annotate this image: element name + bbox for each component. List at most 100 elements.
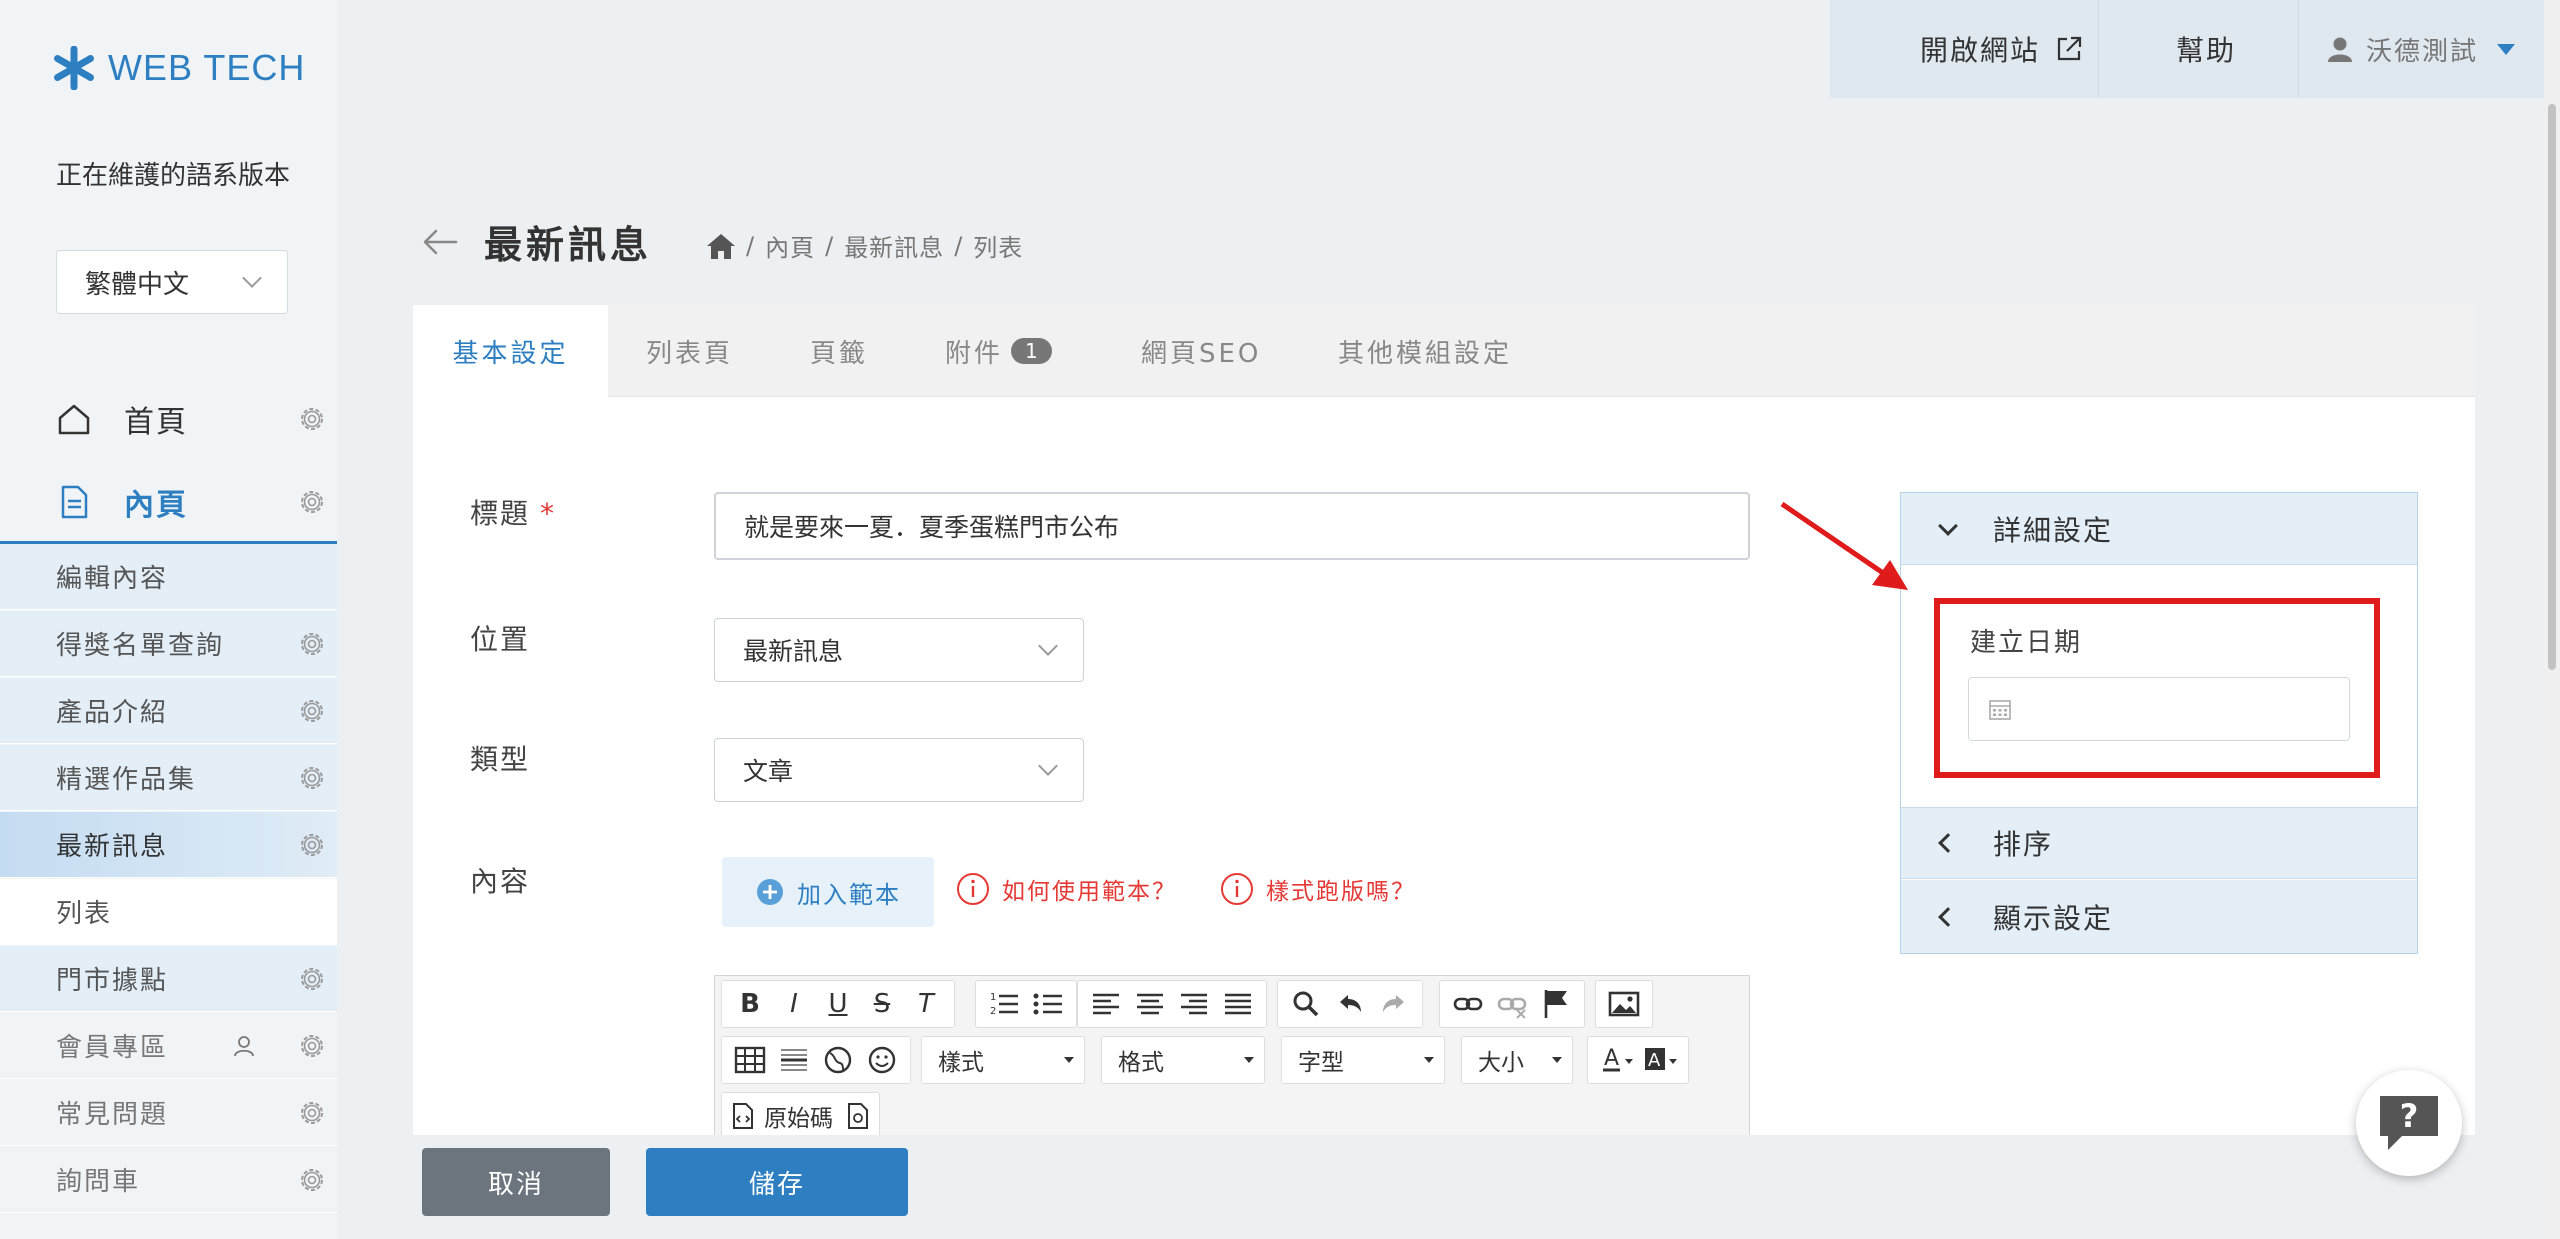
globe-icon[interactable] (816, 1038, 860, 1082)
sidebar-item-label: 門市據點 (56, 966, 169, 996)
sort-label: 排序 (1993, 828, 2054, 861)
sidebar-item-members[interactable]: 會員專區 (0, 1013, 337, 1079)
add-template-button[interactable]: 加入範本 (722, 857, 934, 927)
save-button[interactable]: 儲存 (646, 1148, 908, 1216)
sidebar-item-label: 最新訊息 (56, 832, 169, 862)
gear-icon[interactable] (297, 830, 327, 860)
search-icon[interactable] (1284, 982, 1328, 1026)
flag-icon[interactable] (1534, 982, 1578, 1026)
text-color-icon[interactable]: A (1594, 1038, 1638, 1082)
tab-list-page[interactable]: 列表頁 (646, 305, 733, 397)
scrollbar-thumb[interactable] (2548, 104, 2556, 670)
strikethrough-icon[interactable]: S (860, 982, 904, 1026)
tab-other-modules[interactable]: 其他模組設定 (1338, 305, 1512, 397)
link-icon[interactable] (1446, 982, 1490, 1026)
sidebar-item-products[interactable]: 產品介紹 (0, 678, 337, 744)
sidebar-item-stores[interactable]: 門市據點 (0, 946, 337, 1012)
tab-tabs[interactable]: 頁籤 (810, 305, 868, 397)
preview-icon[interactable] (843, 1101, 873, 1131)
background-color-icon[interactable]: A (1638, 1038, 1682, 1082)
sidebar-item-winners[interactable]: 得獎名單查詢 (0, 611, 337, 677)
detail-settings-header[interactable]: 詳細設定 (1901, 493, 2417, 565)
gear-icon[interactable] (297, 629, 327, 659)
image-icon[interactable] (1602, 982, 1646, 1026)
undo-icon[interactable] (1328, 982, 1372, 1026)
help-label: 幫助 (2176, 34, 2237, 67)
gear-icon[interactable] (297, 1098, 327, 1128)
logo[interactable]: WEB TECH (52, 46, 305, 90)
home-icon[interactable] (706, 232, 736, 260)
table-icon[interactable] (728, 1038, 772, 1082)
style-broken-link[interactable]: 樣式跑版嗎？ (1220, 872, 1416, 906)
sidebar-item-inquiry-cart[interactable]: 詢問車 (0, 1147, 337, 1213)
title-input[interactable]: 就是要來一夏．夏季蛋糕門市公布 (714, 492, 1750, 560)
emoji-icon[interactable] (860, 1038, 904, 1082)
nav-home[interactable]: 首頁 (0, 381, 337, 457)
language-select[interactable]: 繁體中文 (56, 250, 288, 314)
gear-icon[interactable] (297, 964, 327, 994)
sidebar-item-portfolio[interactable]: 精選作品集 (0, 745, 337, 811)
horizontal-rule-icon[interactable] (772, 1038, 816, 1082)
remove-format-icon[interactable]: T (904, 982, 948, 1026)
gear-icon[interactable] (297, 763, 327, 793)
position-field-label: 位置 (470, 623, 531, 656)
toolbar-alignment (1077, 980, 1267, 1028)
display-settings-header[interactable]: 顯示設定 (1901, 880, 2417, 953)
breadcrumb-item[interactable]: 最新訊息 (844, 228, 944, 263)
tab-attachments[interactable]: 附件 1 (945, 305, 1052, 397)
breadcrumb-separator: / (954, 231, 964, 260)
unlink-icon[interactable] (1490, 982, 1534, 1026)
align-center-icon[interactable] (1128, 982, 1172, 1026)
breadcrumb: / 內頁 / 最新訊息 / 列表 (706, 228, 1023, 263)
style-combo-label: 樣式 (938, 1050, 984, 1076)
help-chat-button[interactable]: ? (2356, 1070, 2462, 1176)
source-code-icon[interactable] (728, 1101, 758, 1131)
tab-label: 網頁SEO (1141, 338, 1262, 369)
tab-basic-settings[interactable]: 基本設定 (413, 305, 608, 398)
sidebar-item-faq[interactable]: 常見問題 (0, 1080, 337, 1146)
gear-icon[interactable] (297, 487, 327, 517)
how-to-template-link[interactable]: 如何使用範本？ (956, 872, 1177, 906)
open-site-link[interactable]: 開啟網站 (1920, 0, 2084, 98)
breadcrumb-item[interactable]: 內頁 (765, 228, 815, 263)
source-code-label[interactable]: 原始碼 (764, 1099, 833, 1133)
cancel-button[interactable]: 取消 (422, 1148, 610, 1216)
style-combo[interactable]: 樣式 (921, 1036, 1085, 1084)
chevron-left-icon (1938, 906, 1958, 927)
back-arrow-icon[interactable] (420, 222, 460, 262)
sidebar-item-edit-content[interactable]: 編輯內容 (0, 544, 337, 610)
align-left-icon[interactable] (1084, 982, 1128, 1026)
gear-icon[interactable] (297, 404, 327, 434)
tab-seo[interactable]: 網頁SEO (1141, 305, 1261, 397)
type-select[interactable]: 文章 (714, 738, 1084, 802)
position-select[interactable]: 最新訊息 (714, 618, 1084, 682)
bold-icon[interactable]: B (728, 982, 772, 1026)
redo-icon[interactable] (1372, 982, 1416, 1026)
position-select-value: 最新訊息 (743, 637, 844, 666)
size-combo[interactable]: 大小 (1461, 1036, 1573, 1084)
underline-icon[interactable]: U (816, 982, 860, 1026)
user-icon (2328, 37, 2352, 62)
gear-icon[interactable] (297, 1165, 327, 1195)
font-combo[interactable]: 字型 (1281, 1036, 1445, 1084)
numbered-list-icon[interactable]: 12 (982, 982, 1026, 1026)
format-combo[interactable]: 格式 (1101, 1036, 1265, 1084)
align-right-icon[interactable] (1172, 982, 1216, 1026)
italic-icon[interactable]: I (772, 982, 816, 1026)
gear-icon[interactable] (297, 696, 327, 726)
gear-icon[interactable] (297, 1031, 327, 1061)
tab-label: 其他模組設定 (1338, 338, 1513, 369)
help-link[interactable]: 幫助 (2176, 0, 2236, 98)
detail-settings-label: 詳細設定 (1993, 513, 2114, 547)
sidebar-item-label: 編輯內容 (56, 564, 169, 594)
user-menu[interactable]: 沃德測試 (2326, 0, 2516, 98)
sidebar-item-news[interactable]: 最新訊息 (0, 812, 337, 878)
align-justify-icon[interactable] (1216, 982, 1260, 1026)
language-select-value: 繁體中文 (85, 269, 190, 300)
bullet-list-icon[interactable] (1026, 982, 1070, 1026)
chevron-down-icon (1038, 756, 1058, 776)
page-scrollbar[interactable] (2544, 0, 2560, 1239)
sort-header[interactable]: 排序 (1901, 807, 2417, 879)
nav-inner-pages[interactable]: 內頁 (0, 462, 337, 544)
sidebar-item-list[interactable]: 列表 (0, 879, 337, 945)
